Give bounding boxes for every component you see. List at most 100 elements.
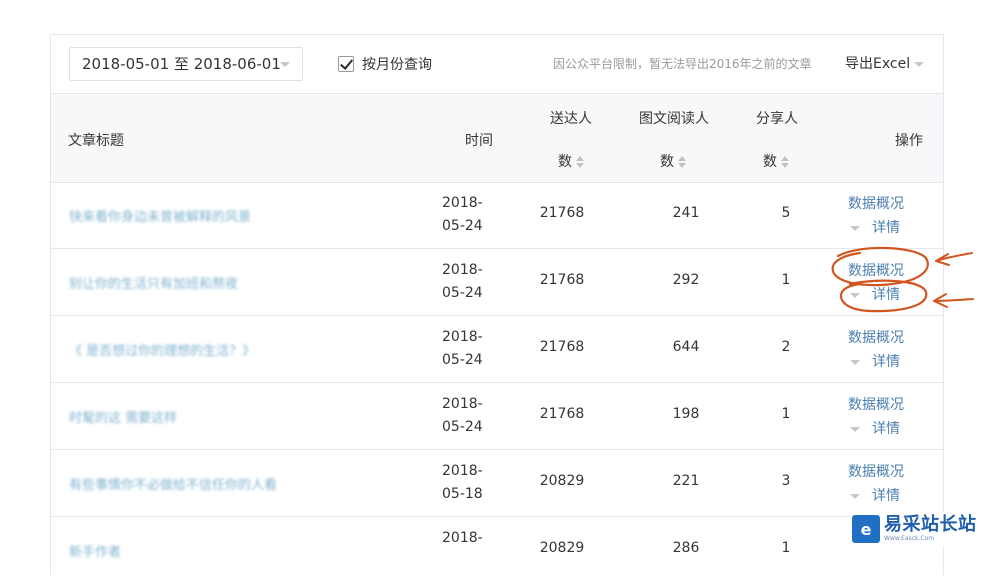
- table-row: 别让你的生活只有加班和熬夜 2018- 05-24 21768 292 1 数据概…: [51, 249, 943, 316]
- detail-link[interactable]: 详情: [848, 484, 904, 508]
- chevron-down-icon: [280, 62, 290, 67]
- sort-icon: [678, 156, 687, 168]
- article-date: 2018- 05-24: [442, 259, 483, 305]
- date-year: 2018-: [442, 396, 483, 412]
- table-row: 快来看你身边未曾被解释的风景 2018- 05-24 21768 241 5 数据…: [51, 182, 943, 249]
- watermark-url: Www.Easck.Com: [884, 535, 935, 542]
- sharers-count: 1: [781, 540, 791, 556]
- header-sharers-sort[interactable]: 数: [763, 151, 790, 171]
- date-year: 2018-: [442, 329, 483, 345]
- date-range-value: 2018-05-01 至 2018-06-01: [82, 55, 281, 73]
- article-date: 2018- 05-24: [442, 326, 483, 372]
- date-range-picker[interactable]: 2018-05-01 至 2018-06-01: [69, 47, 303, 81]
- readers-count: 198: [672, 406, 700, 422]
- sharers-count: 3: [781, 473, 791, 489]
- table-row: 新手作者 2018- 20829 286 1: [51, 517, 943, 583]
- delivered-count: 21768: [539, 339, 585, 355]
- detail-label: 详情: [872, 220, 900, 236]
- detail-link[interactable]: 详情: [848, 350, 904, 374]
- date-day: 05-24: [442, 285, 483, 301]
- article-title-link[interactable]: 别让你的生活只有加班和熬夜: [69, 273, 238, 292]
- detail-link[interactable]: 详情: [848, 216, 904, 240]
- watermark-text: 易采站长站: [884, 514, 977, 535]
- date-day: 05-24: [442, 419, 483, 435]
- chevron-down-icon: [850, 359, 860, 365]
- detail-link[interactable]: 详情: [848, 283, 904, 307]
- row-actions: 数据概况 详情: [848, 460, 904, 508]
- readers-count: 221: [672, 473, 700, 489]
- article-title-link[interactable]: 快来看你身边未曾被解释的风景: [69, 206, 251, 225]
- date-year: 2018-: [442, 463, 483, 479]
- sharers-count: 1: [781, 406, 791, 422]
- header-readers: 图文阅读人: [639, 111, 709, 127]
- chevron-down-icon: [914, 61, 925, 67]
- data-overview-link[interactable]: 数据概况: [848, 326, 904, 350]
- table-row: 时髦的这 需要这样 2018- 05-24 21768 198 1 数据概况 详情: [51, 383, 943, 450]
- checkbox-checked-icon[interactable]: [338, 56, 354, 72]
- delivered-count: 20829: [539, 540, 585, 556]
- article-title-link[interactable]: 《 是否想过你的理想的生活？》: [69, 340, 255, 359]
- month-query-label: 按月份查询: [362, 57, 432, 73]
- header-readers-suffix: 数: [660, 154, 674, 170]
- data-overview-link[interactable]: 数据概况: [848, 460, 904, 484]
- data-overview-link[interactable]: 数据概况: [848, 393, 904, 417]
- header-time: 时间: [465, 133, 493, 149]
- delivered-count: 20829: [539, 473, 585, 489]
- date-year: 2018-: [442, 530, 483, 546]
- sharers-count: 2: [781, 339, 791, 355]
- date-day: 05-24: [442, 352, 483, 368]
- sharers-count: 1: [781, 272, 791, 288]
- sharers-count: 5: [781, 205, 791, 221]
- readers-count: 241: [672, 205, 700, 221]
- watermark-text-block: 易采站长站 Www.Easck.Com: [884, 515, 977, 543]
- article-date: 2018-: [442, 527, 483, 550]
- header-title: 文章标题: [68, 133, 124, 149]
- article-title-link[interactable]: 时髦的这 需要这样: [69, 407, 177, 426]
- detail-label: 详情: [872, 488, 900, 504]
- site-watermark: e 易采站长站 Www.Easck.Com: [850, 512, 985, 546]
- detail-label: 详情: [872, 421, 900, 437]
- table-row: 有些事情你不必做给不信任你的人看 2018- 05-18 20829 221 3 …: [51, 450, 943, 517]
- detail-link[interactable]: 详情: [848, 417, 904, 441]
- delivered-count: 21768: [539, 272, 585, 288]
- data-overview-link[interactable]: 数据概况: [848, 259, 904, 283]
- data-overview-link[interactable]: 数据概况: [848, 192, 904, 216]
- export-notice: 因公众平台限制，暂无法导出2016年之前的文章: [553, 57, 812, 71]
- row-actions: 数据概况 详情: [848, 393, 904, 441]
- article-title-link[interactable]: 新手作者: [69, 541, 121, 560]
- article-date: 2018- 05-24: [442, 192, 483, 238]
- export-excel-label: 导出Excel: [845, 56, 911, 72]
- article-stats-panel: 2018-05-01 至 2018-06-01 按月份查询 因公众平台限制，暂无…: [50, 34, 944, 575]
- sort-icon: [576, 156, 585, 168]
- header-sharers: 分享人: [756, 111, 798, 127]
- table-header: 文章标题 时间 送达人 数 图文阅读人 数 分享人 数 操作: [51, 93, 943, 183]
- row-actions: 数据概况 详情: [848, 326, 904, 374]
- article-date: 2018- 05-18: [442, 460, 483, 506]
- chevron-down-icon: [850, 292, 860, 298]
- header-readers-sort[interactable]: 数: [660, 151, 687, 171]
- chevron-down-icon: [850, 225, 860, 231]
- readers-count: 644: [672, 339, 700, 355]
- article-date: 2018- 05-24: [442, 393, 483, 439]
- date-day: 05-18: [442, 486, 483, 502]
- header-delivered: 送达人: [550, 111, 592, 127]
- date-year: 2018-: [442, 262, 483, 278]
- article-title-link[interactable]: 有些事情你不必做给不信任你的人看: [69, 474, 277, 493]
- sort-icon: [781, 156, 790, 168]
- date-day: 05-24: [442, 218, 483, 234]
- header-delivered-sort[interactable]: 数: [558, 151, 585, 171]
- detail-label: 详情: [872, 354, 900, 370]
- chevron-down-icon: [850, 493, 860, 499]
- header-delivered-suffix: 数: [558, 154, 572, 170]
- header-actions: 操作: [895, 133, 923, 149]
- chevron-down-icon: [850, 426, 860, 432]
- header-sharers-suffix: 数: [763, 154, 777, 170]
- export-excel-button[interactable]: 导出Excel: [845, 53, 925, 73]
- readers-count: 286: [672, 540, 700, 556]
- row-actions: 数据概况 详情: [848, 192, 904, 240]
- table-row: 《 是否想过你的理想的生活？》 2018- 05-24 21768 644 2 数…: [51, 316, 943, 383]
- toolbar: 2018-05-01 至 2018-06-01 按月份查询 因公众平台限制，暂无…: [51, 35, 943, 93]
- delivered-count: 21768: [539, 406, 585, 422]
- row-actions: 数据概况 详情: [848, 259, 904, 307]
- month-query-checkbox[interactable]: 按月份查询: [338, 54, 432, 74]
